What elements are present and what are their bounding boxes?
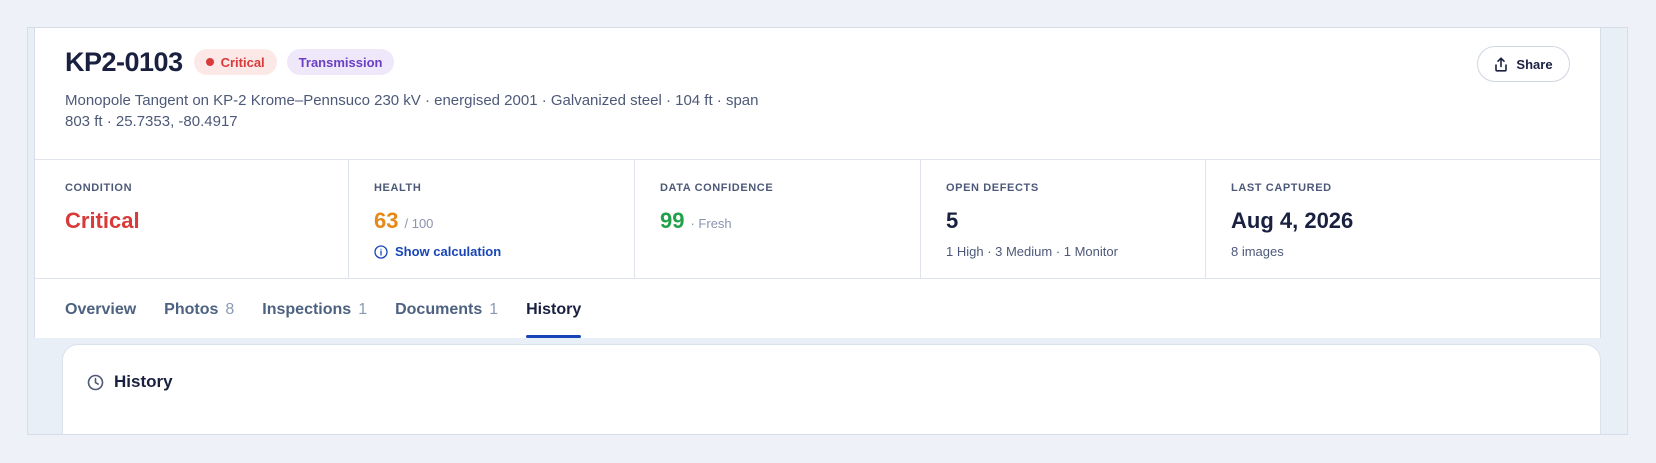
captured-images: 8 images [1231, 244, 1284, 259]
tab-history[interactable]: History [526, 282, 582, 338]
info-icon [374, 244, 388, 259]
history-card: History [62, 344, 1601, 434]
stat-condition: CONDITION Critical [35, 160, 349, 278]
confidence-value: 99 [660, 208, 685, 233]
asset-panel: KP2-0103 Critical Transmission Share Mon… [34, 28, 1601, 338]
stat-captured: LAST CAPTURED Aug 4, 2026 8 images [1206, 160, 1600, 278]
defects-breakdown: 1 High · 3 Medium · 1 Monitor [946, 244, 1118, 259]
type-badge: Transmission [286, 49, 395, 75]
stat-label: HEALTH [374, 182, 422, 194]
share-icon [1495, 56, 1508, 72]
tab-bar: Overview Photos 8 Inspections 1 Document… [65, 282, 609, 338]
tab-count: 1 [358, 301, 368, 318]
stats-row: CONDITION Critical HEALTH 63 / 100 Show … [35, 159, 1600, 279]
tab-overview[interactable]: Overview [65, 282, 136, 338]
tab-count: 1 [489, 301, 499, 318]
tab-label: Photos [164, 301, 219, 318]
health-value: 63 [374, 208, 399, 233]
tab-photos[interactable]: Photos 8 [164, 282, 234, 338]
defects-value: 5 [946, 208, 959, 233]
asset-title: KP2-0103 [65, 46, 183, 77]
condition-value: Critical [65, 208, 140, 233]
show-calculation-link[interactable]: Show calculation [374, 244, 634, 259]
tab-count: 8 [225, 301, 235, 318]
captured-value: Aug 4, 2026 [1231, 208, 1354, 233]
tab-label: Documents [395, 301, 483, 318]
stat-label: LAST CAPTURED [1231, 182, 1332, 194]
share-button-label: Share [1516, 56, 1553, 72]
health-value-row: 63 / 100 [374, 208, 634, 234]
status-badge-label: Critical [220, 54, 265, 70]
show-calculation-label: Show calculation [395, 244, 502, 259]
tab-inspections[interactable]: Inspections 1 [262, 282, 367, 338]
page-frame: KP2-0103 Critical Transmission Share Mon… [27, 27, 1628, 435]
history-title: History [114, 372, 173, 391]
tab-label: Overview [65, 301, 137, 318]
asset-description: Monopole Tangent on KP-2 Krome–Pennsuco … [65, 92, 759, 130]
stat-label: OPEN DEFECTS [946, 182, 1039, 194]
stat-label: CONDITION [65, 182, 133, 194]
history-heading: History [87, 372, 173, 392]
stat-health: HEALTH 63 / 100 Show calculation [349, 160, 635, 278]
tab-documents[interactable]: Documents 1 [395, 282, 498, 338]
clock-icon [87, 374, 104, 390]
title-row: KP2-0103 Critical Transmission [65, 46, 1570, 78]
health-suffix: / 100 [404, 216, 434, 231]
asset-header: KP2-0103 Critical Transmission Share Mon… [65, 46, 1570, 158]
tab-label: History [526, 301, 582, 318]
share-button[interactable]: Share [1477, 46, 1570, 82]
tab-label: Inspections [262, 301, 352, 318]
stat-defects: OPEN DEFECTS 5 1 High · 3 Medium · 1 Mon… [921, 160, 1206, 278]
status-badge: Critical [193, 49, 277, 75]
confidence-suffix: · Fresh [690, 216, 732, 231]
stat-label: DATA CONFIDENCE [660, 182, 774, 194]
confidence-value-row: 99 · Fresh [660, 208, 920, 234]
status-dot-icon [205, 58, 214, 66]
stat-confidence: DATA CONFIDENCE 99 · Fresh [635, 160, 921, 278]
